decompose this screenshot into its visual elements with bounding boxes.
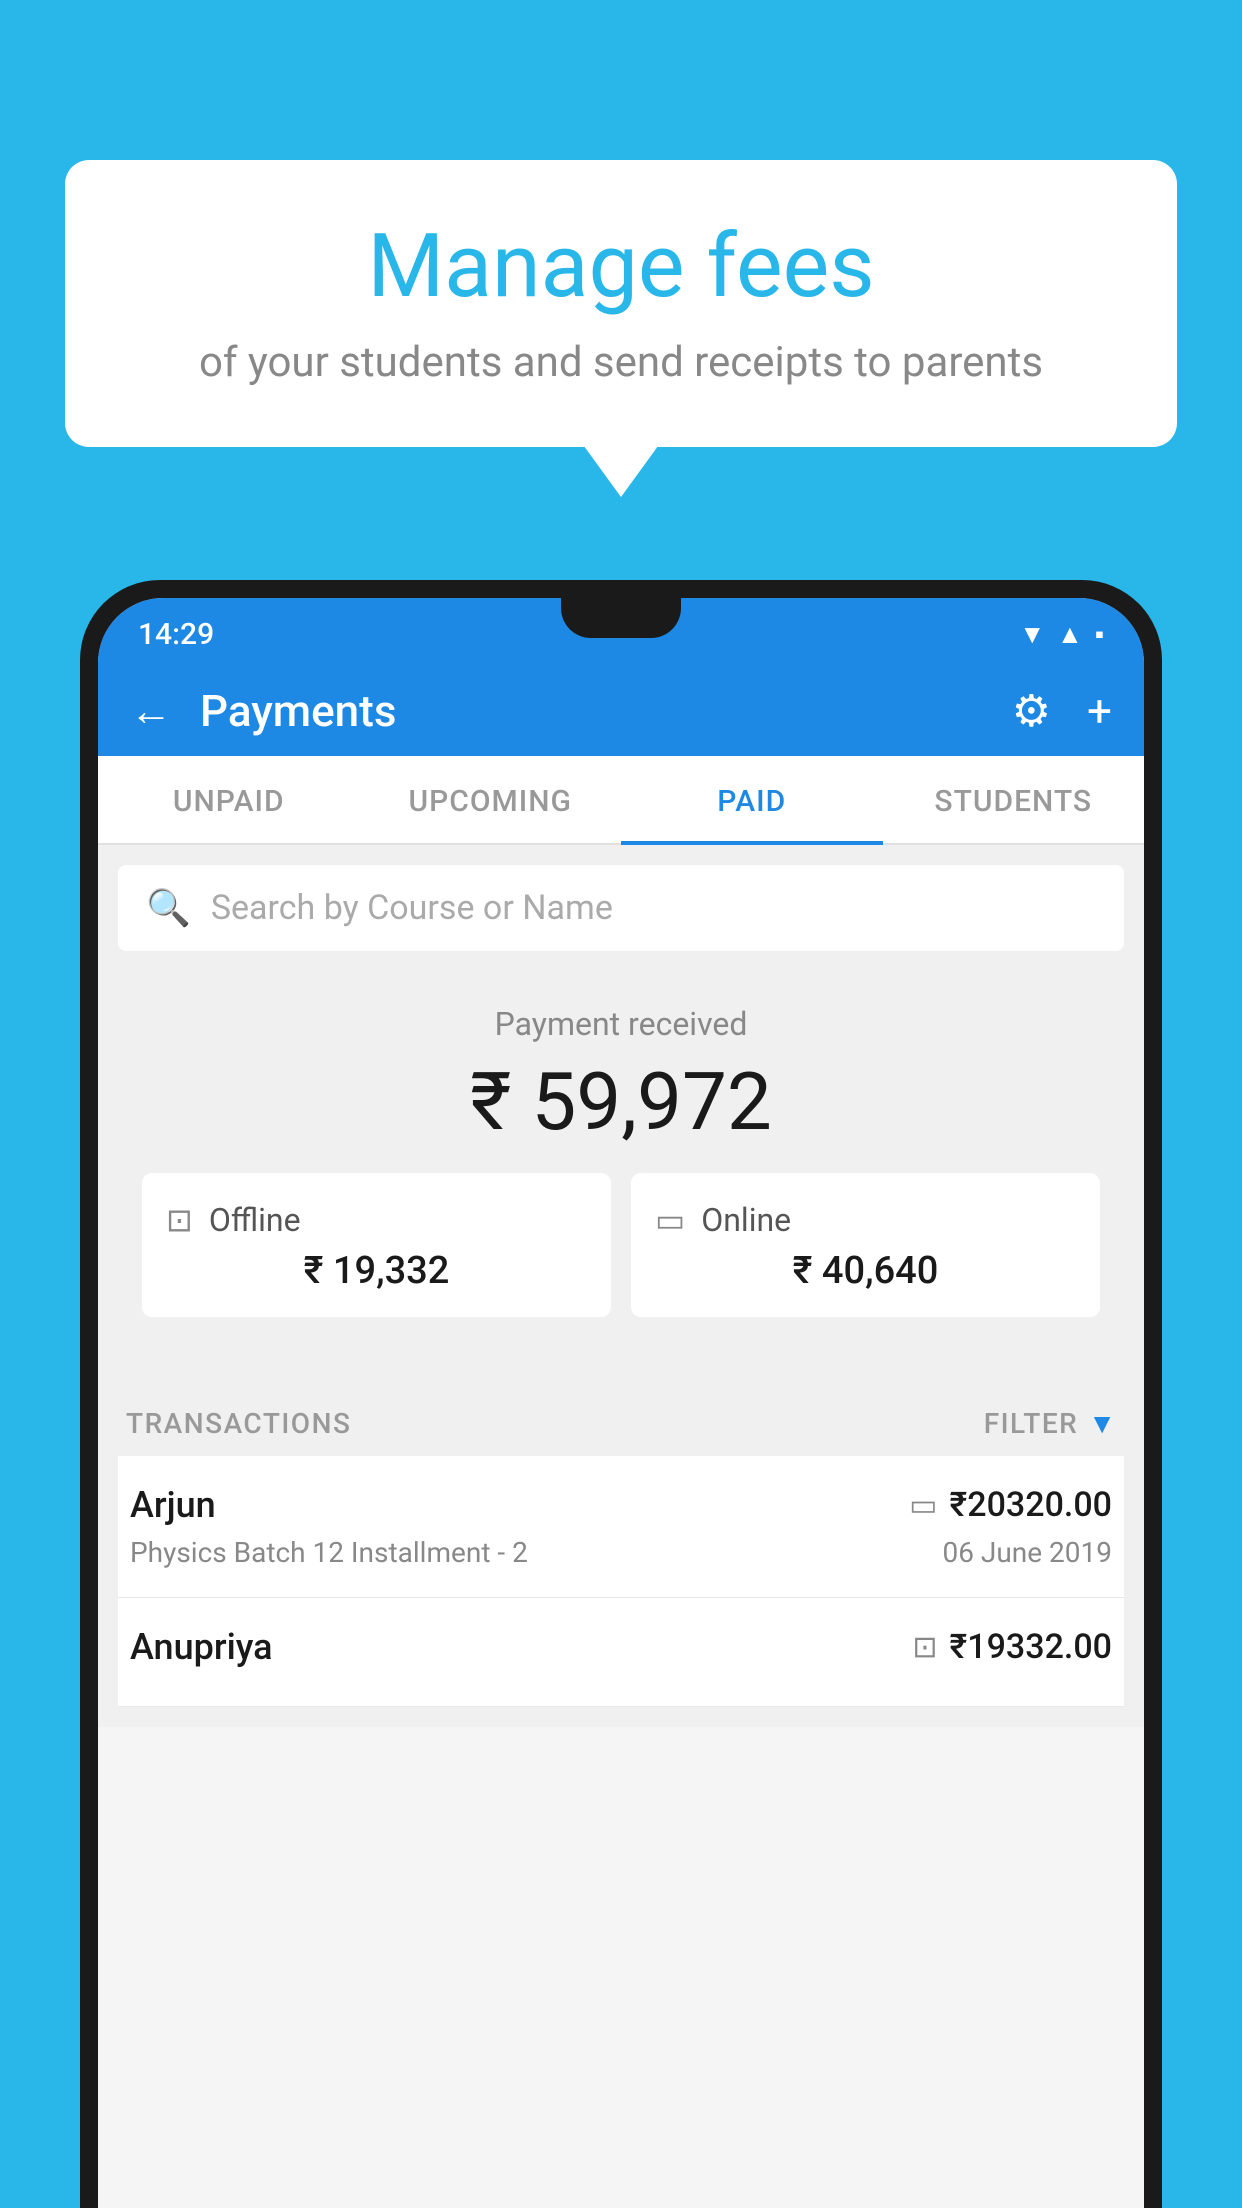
app-bar: ← Payments ⚙ + xyxy=(98,666,1144,756)
tab-students[interactable]: STUDENTS xyxy=(883,756,1145,843)
search-placeholder: Search by Course or Name xyxy=(211,888,613,928)
search-icon: 🔍 xyxy=(146,887,191,929)
tab-upcoming[interactable]: UPCOMING xyxy=(360,756,622,843)
status-icons: ▼ ▲ ▪ xyxy=(1019,619,1104,650)
offline-payment-icon-2: ⊡ xyxy=(912,1630,937,1665)
online-label: Online xyxy=(701,1201,791,1239)
transaction-date-1: 06 June 2019 xyxy=(942,1536,1112,1569)
online-payment-icon-1: ▭ xyxy=(909,1488,937,1523)
gear-icon[interactable]: ⚙ xyxy=(1012,685,1051,737)
app-bar-actions: ⚙ + xyxy=(1012,685,1112,737)
transaction-top-1: Arjun ▭ ₹20320.00 xyxy=(130,1484,1112,1526)
phone-screen: 14:29 ▼ ▲ ▪ ← Payments ⚙ + UNPAID xyxy=(98,598,1144,2208)
content-area: 🔍 Search by Course or Name Payment recei… xyxy=(98,845,1144,1727)
filter-button[interactable]: FILTER ▼ xyxy=(984,1407,1116,1440)
offline-amount: ₹ 19,332 xyxy=(166,1249,587,1293)
filter-icon: ▼ xyxy=(1088,1407,1116,1440)
transaction-top-2: Anupriya ⊡ ₹19332.00 xyxy=(130,1626,1112,1668)
speech-bubble-container: Manage fees of your students and send re… xyxy=(65,160,1177,447)
phone-frame: 14:29 ▼ ▲ ▪ ← Payments ⚙ + UNPAID xyxy=(80,580,1162,2208)
back-button[interactable]: ← xyxy=(130,687,172,736)
offline-label: Offline xyxy=(209,1201,301,1239)
bubble-subtitle: of your students and send receipts to pa… xyxy=(125,338,1117,387)
online-card: ▭ Online ₹ 40,640 xyxy=(631,1173,1100,1317)
plus-icon[interactable]: + xyxy=(1087,685,1112,737)
offline-icon: ⊡ xyxy=(166,1201,193,1239)
tab-unpaid[interactable]: UNPAID xyxy=(98,756,360,843)
transaction-amount-container-1: ▭ ₹20320.00 xyxy=(909,1485,1112,1525)
offline-card: ⊡ Offline ₹ 19,332 xyxy=(142,1173,611,1317)
payment-received-label: Payment received xyxy=(138,1005,1104,1043)
transaction-name-1: Arjun xyxy=(130,1484,216,1526)
table-row[interactable]: Arjun ▭ ₹20320.00 Physics Batch 12 Insta… xyxy=(118,1456,1124,1598)
offline-card-header: ⊡ Offline xyxy=(166,1201,587,1239)
search-bar[interactable]: 🔍 Search by Course or Name xyxy=(118,865,1124,951)
transaction-name-2: Anupriya xyxy=(130,1626,273,1668)
table-row[interactable]: Anupriya ⊡ ₹19332.00 xyxy=(118,1598,1124,1707)
online-card-header: ▭ Online xyxy=(655,1201,1076,1239)
transaction-list: Arjun ▭ ₹20320.00 Physics Batch 12 Insta… xyxy=(118,1456,1124,1707)
transaction-amount-2: ₹19332.00 xyxy=(950,1627,1112,1667)
phone-notch xyxy=(561,598,681,638)
online-amount: ₹ 40,640 xyxy=(655,1249,1076,1293)
transactions-label: TRANSACTIONS xyxy=(126,1407,351,1440)
transaction-bottom-1: Physics Batch 12 Installment - 2 06 June… xyxy=(130,1536,1112,1569)
payment-cards: ⊡ Offline ₹ 19,332 ▭ Online ₹ 40,640 xyxy=(138,1173,1104,1317)
battery-icon: ▪ xyxy=(1095,619,1104,650)
transaction-course-1: Physics Batch 12 Installment - 2 xyxy=(130,1536,528,1569)
bubble-title: Manage fees xyxy=(125,215,1117,318)
phone-container: 14:29 ▼ ▲ ▪ ← Payments ⚙ + UNPAID xyxy=(80,580,1162,2208)
tab-paid[interactable]: PAID xyxy=(621,756,883,843)
status-time: 14:29 xyxy=(138,617,214,652)
filter-label: FILTER xyxy=(984,1407,1079,1440)
online-icon: ▭ xyxy=(655,1201,685,1239)
tabs: UNPAID UPCOMING PAID STUDENTS xyxy=(98,756,1144,845)
signal-icon: ▲ xyxy=(1057,619,1083,650)
app-bar-title: Payments xyxy=(200,685,1012,737)
wifi-icon: ▼ xyxy=(1019,619,1045,650)
transactions-header: TRANSACTIONS FILTER ▼ xyxy=(118,1387,1124,1456)
payment-total-amount: ₹ 59,972 xyxy=(138,1055,1104,1149)
speech-bubble: Manage fees of your students and send re… xyxy=(65,160,1177,447)
transaction-amount-container-2: ⊡ ₹19332.00 xyxy=(912,1627,1112,1667)
transaction-amount-1: ₹20320.00 xyxy=(950,1485,1112,1525)
payment-summary: Payment received ₹ 59,972 ⊡ Offline ₹ 19… xyxy=(118,975,1124,1371)
